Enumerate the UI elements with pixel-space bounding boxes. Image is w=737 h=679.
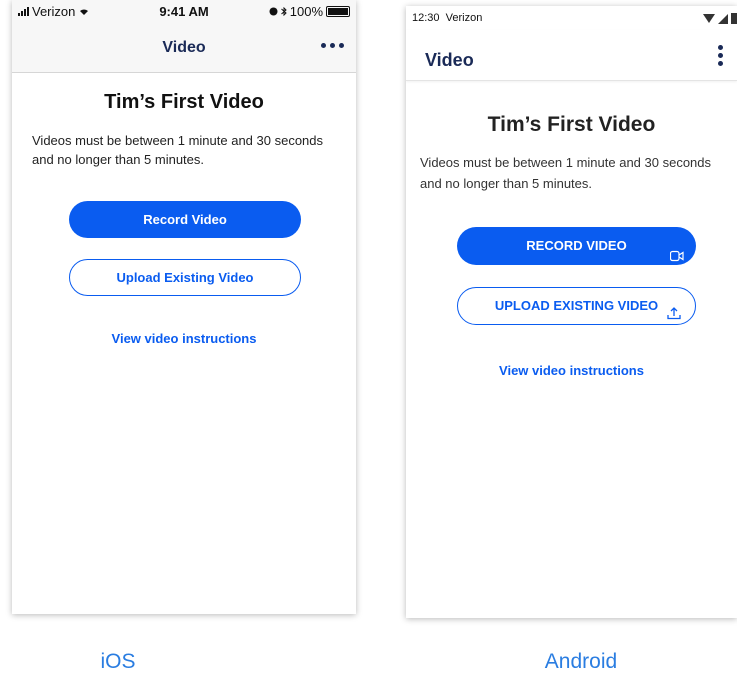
view-instructions-link[interactable]: View video instructions <box>406 363 737 378</box>
video-description: Videos must be between 1 minute and 30 s… <box>32 133 324 167</box>
android-screen: 12:30 Verizon Video Tim’s First Video Vi… <box>406 6 737 618</box>
alarm-icon <box>269 4 278 19</box>
bluetooth-icon <box>280 4 287 19</box>
upload-existing-video-button[interactable]: Upload Existing Video <box>69 259 301 296</box>
upload-existing-video-button[interactable]: UPLOAD EXISTING VIDEO <box>457 287 696 325</box>
video-title: Tim’s First Video <box>487 113 656 136</box>
video-title: Tim’s First Video <box>104 91 264 113</box>
upload-existing-video-label: UPLOAD EXISTING VIDEO <box>494 298 659 313</box>
android-caption: Android <box>544 650 618 673</box>
wifi-icon <box>703 14 715 23</box>
battery-percent: 100% <box>289 4 323 19</box>
battery-icon <box>326 6 350 17</box>
nav-title: Video <box>162 39 206 56</box>
battery-icon <box>731 13 737 24</box>
record-video-label: RECORD VIDEO <box>526 238 627 253</box>
more-vertical-icon[interactable] <box>718 45 723 66</box>
nav-title: Video <box>425 50 474 70</box>
record-video-button[interactable]: Record Video <box>69 201 301 238</box>
video-description: Videos must be between 1 minute and 30 s… <box>420 155 712 191</box>
view-instructions-link[interactable]: View video instructions <box>12 331 356 346</box>
signal-icon <box>718 13 728 24</box>
upload-icon <box>667 298 681 320</box>
ios-status-bar: Verizon 9:41 AM 100% <box>12 0 356 22</box>
carrier-label: Verizon <box>445 12 483 24</box>
ios-nav-bar: Video <box>12 22 356 73</box>
android-app-bar: Video <box>406 30 737 81</box>
android-status-bar: 12:30 Verizon <box>406 6 737 30</box>
ios-screen: Verizon 9:41 AM 100% Video Tim’s First V… <box>12 0 356 614</box>
status-time: 12:30 <box>412 12 440 24</box>
ios-caption: iOS <box>100 650 136 673</box>
more-horizontal-icon[interactable] <box>321 43 344 48</box>
video-camera-icon <box>669 239 684 262</box>
record-video-button[interactable]: RECORD VIDEO <box>457 227 696 265</box>
